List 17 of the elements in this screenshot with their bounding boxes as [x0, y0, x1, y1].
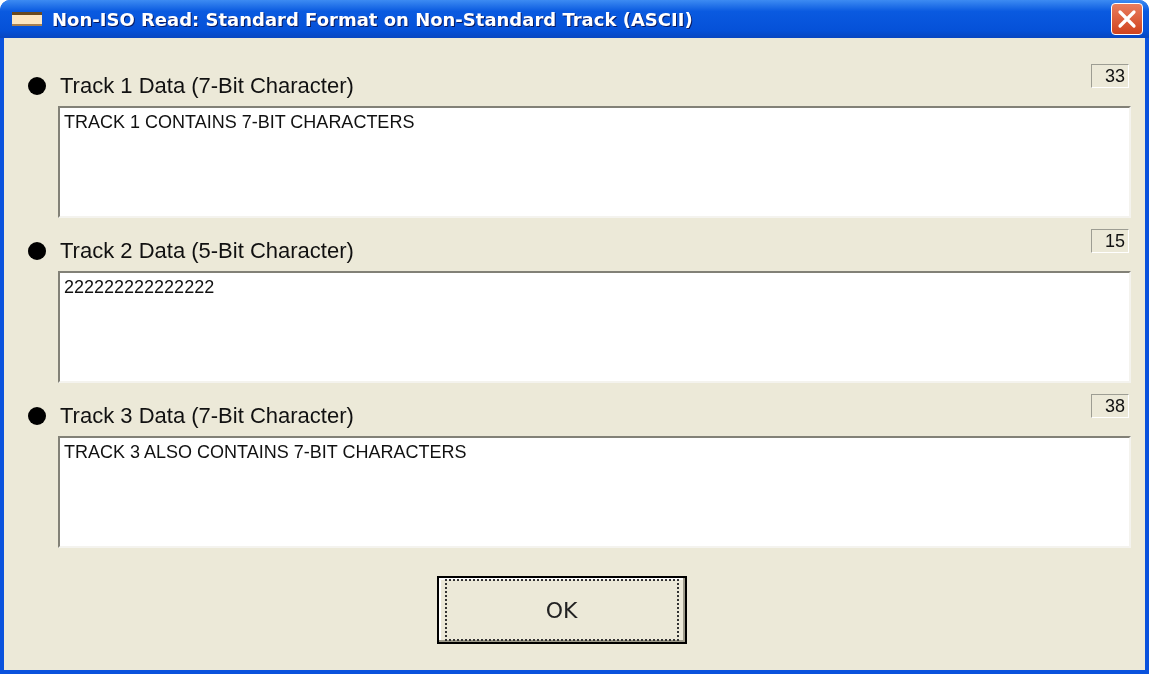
- track-label: Track 2 Data (5-Bit Character): [60, 238, 354, 265]
- bullet-icon: [28, 242, 46, 260]
- track-data-field[interactable]: 222222222222222: [58, 271, 1131, 383]
- character-count: 38: [1091, 394, 1129, 418]
- close-icon: [1117, 9, 1137, 29]
- close-button[interactable]: [1111, 3, 1143, 35]
- track-data-field[interactable]: TRACK 1 CONTAINS 7-BIT CHARACTERS: [58, 106, 1131, 218]
- ok-button[interactable]: OK: [436, 576, 687, 644]
- window-icon: [12, 12, 42, 26]
- bullet-icon: [28, 407, 46, 425]
- bullet-icon: [28, 77, 46, 95]
- track-label: Track 3 Data (7-Bit Character): [60, 403, 354, 430]
- character-count: 15: [1091, 229, 1129, 253]
- character-count: 33: [1091, 64, 1129, 88]
- track-label: Track 1 Data (7-Bit Character): [60, 73, 354, 100]
- window-title: Non-ISO Read: Standard Format on Non-Standard Track (ASCII): [52, 8, 693, 30]
- track-data-field[interactable]: TRACK 3 ALSO CONTAINS 7-BIT CHARACTERS: [58, 436, 1131, 548]
